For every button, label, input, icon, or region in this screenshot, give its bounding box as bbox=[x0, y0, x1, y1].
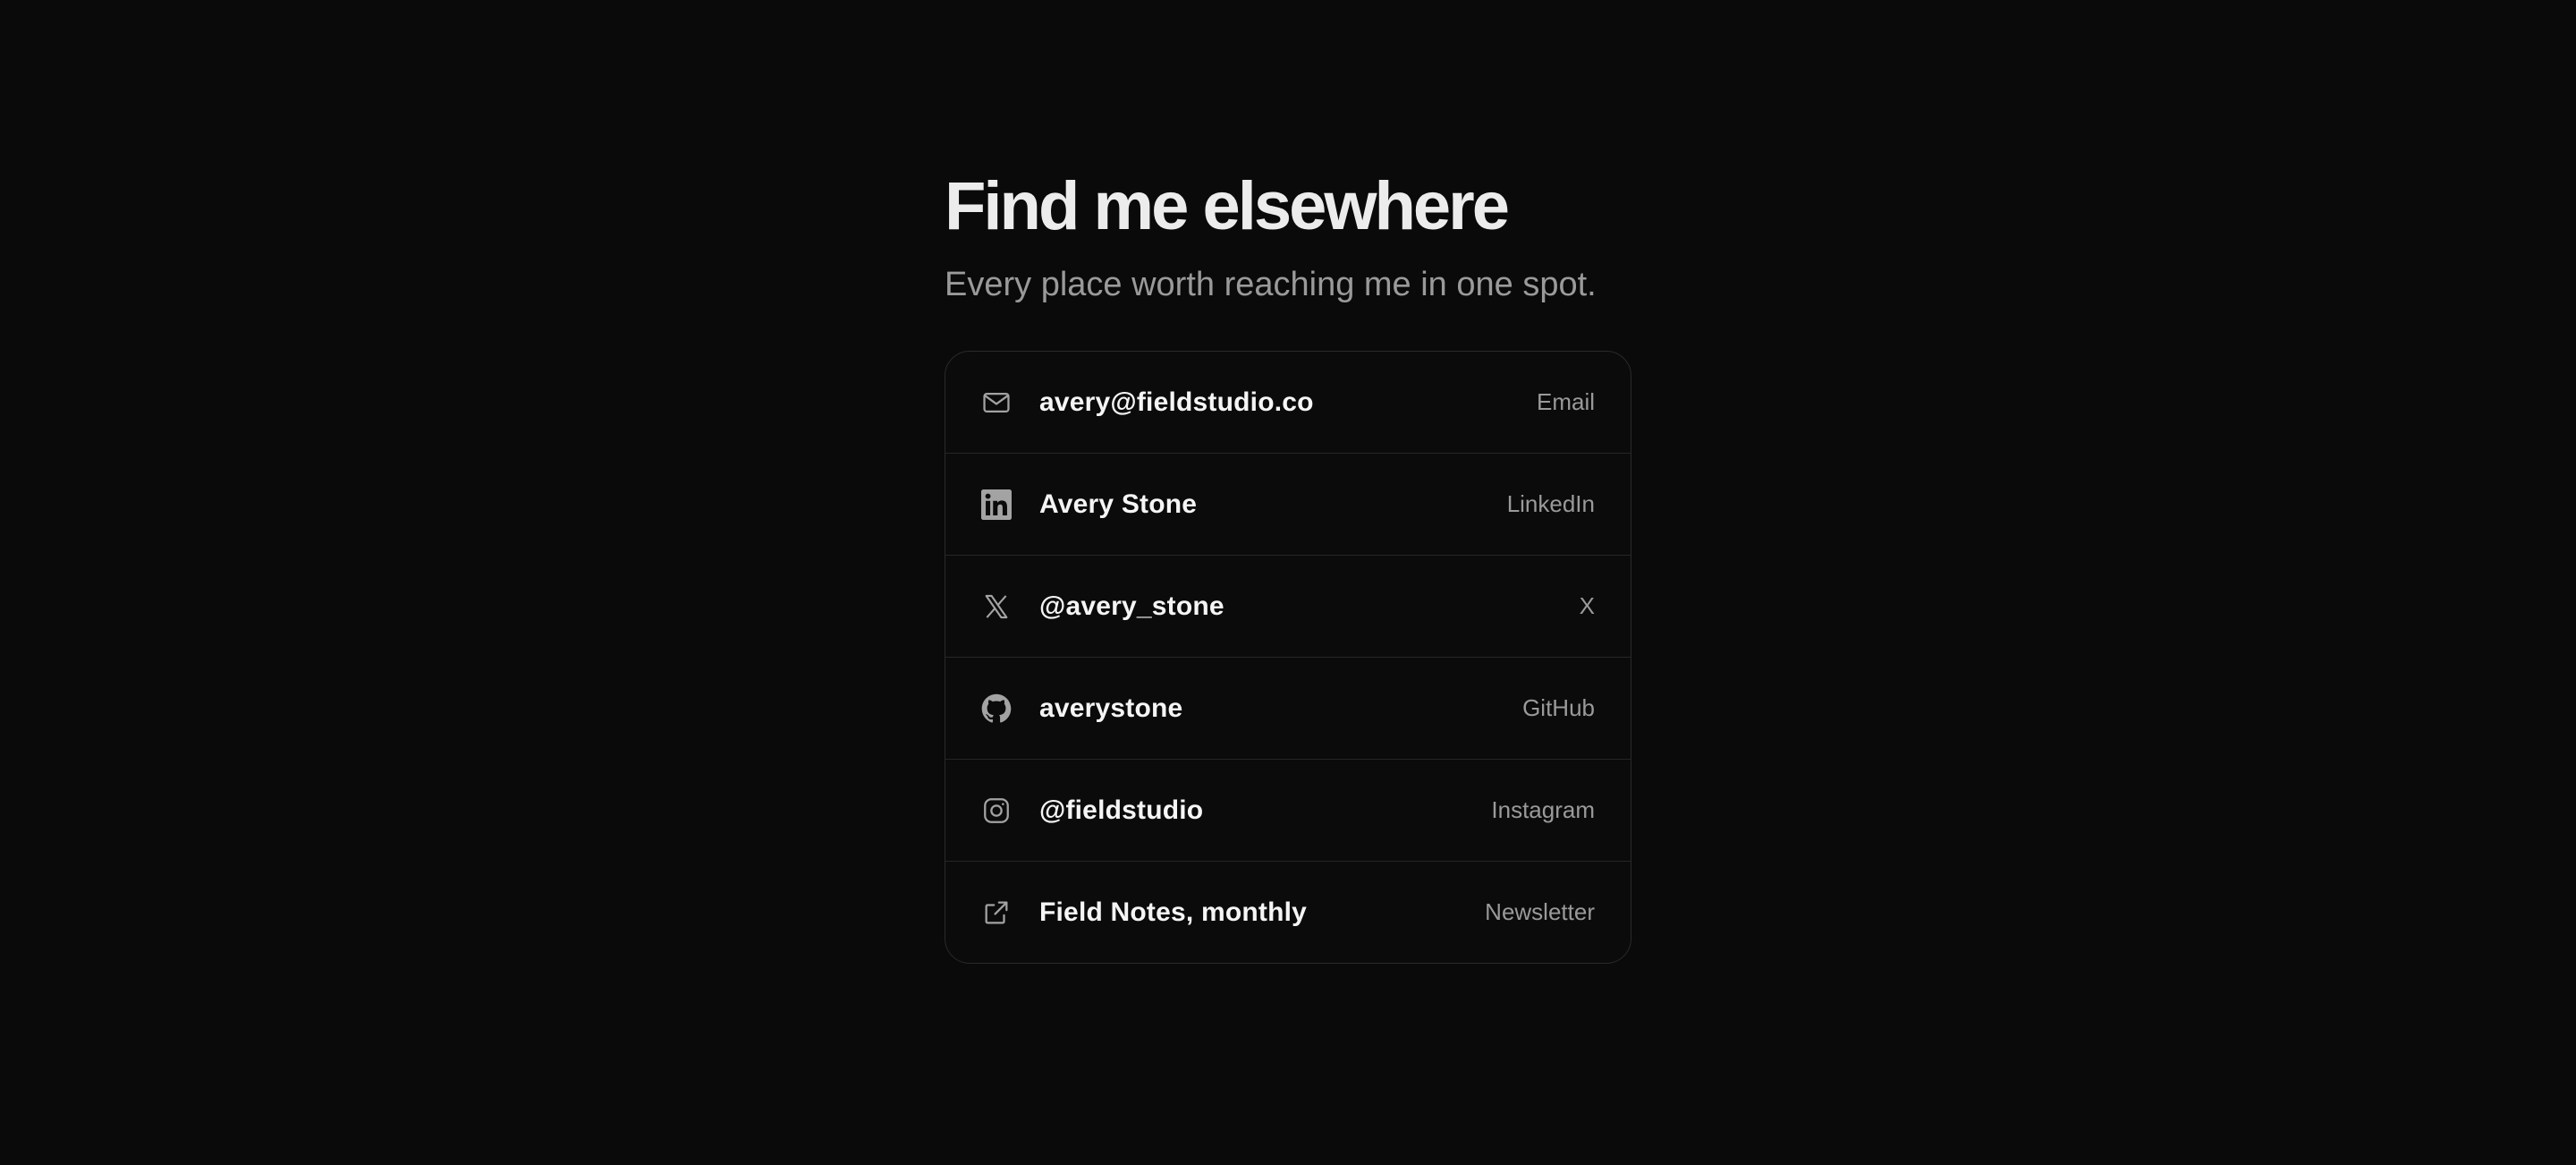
links-card: avery@fieldstudio.co Email Avery Stone L… bbox=[945, 351, 1631, 964]
page-subtitle: Every place worth reaching me in one spo… bbox=[945, 266, 1597, 303]
instagram-icon bbox=[981, 795, 1012, 826]
link-service: Email bbox=[1536, 388, 1595, 415]
link-row-instagram[interactable]: @fieldstudio Instagram bbox=[945, 760, 1631, 862]
link-row-github[interactable]: averystone GitHub bbox=[945, 658, 1631, 760]
link-label: Avery Stone bbox=[1039, 489, 1198, 519]
link-service: LinkedIn bbox=[1506, 490, 1595, 517]
link-service: GitHub bbox=[1522, 694, 1595, 721]
github-icon bbox=[981, 693, 1012, 724]
contact-section: Find me elsewhere Every place worth reac… bbox=[945, 166, 1631, 964]
page-title: Find me elsewhere bbox=[945, 168, 1510, 244]
mail-icon bbox=[981, 387, 1012, 418]
link-row-newsletter[interactable]: Field Notes, monthly Newsletter bbox=[945, 862, 1631, 963]
external-link-icon bbox=[981, 897, 1012, 928]
link-row-email[interactable]: avery@fieldstudio.co Email bbox=[945, 352, 1631, 454]
link-service: X bbox=[1579, 592, 1595, 619]
link-label: @fieldstudio bbox=[1039, 795, 1204, 825]
link-label: Field Notes, monthly bbox=[1039, 897, 1308, 927]
link-row-x[interactable]: @avery_stone X bbox=[945, 556, 1631, 658]
link-label: averystone bbox=[1039, 693, 1183, 723]
x-icon bbox=[981, 591, 1012, 622]
link-service: Instagram bbox=[1491, 796, 1595, 823]
link-service: Newsletter bbox=[1485, 898, 1595, 925]
link-label: @avery_stone bbox=[1039, 591, 1224, 621]
linkedin-icon bbox=[981, 489, 1012, 520]
link-label: avery@fieldstudio.co bbox=[1039, 387, 1314, 417]
link-row-linkedin[interactable]: Avery Stone LinkedIn bbox=[945, 454, 1631, 556]
